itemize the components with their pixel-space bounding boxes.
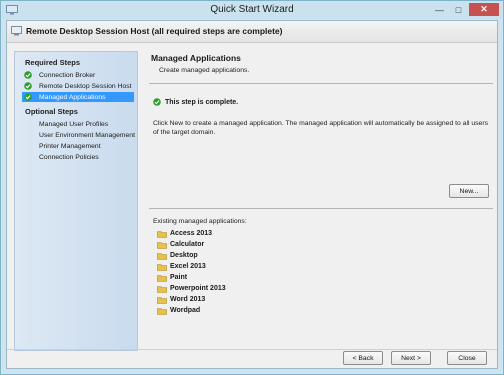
app-name: Paint <box>170 274 188 281</box>
footer-divider <box>7 349 497 350</box>
folder-icon <box>157 241 167 249</box>
app-name: Excel 2013 <box>170 263 206 270</box>
required-steps-heading: Required Steps <box>25 58 81 67</box>
next-button[interactable]: Next > <box>391 351 431 365</box>
maximize-icon: □ <box>455 4 462 15</box>
status-text: This step is complete. <box>165 98 239 106</box>
back-button[interactable]: < Back <box>343 351 383 365</box>
step-rd-session-host[interactable]: Remote Desktop Session Host <box>22 81 134 91</box>
step-label: Connection Policies <box>39 153 99 161</box>
minimize-button[interactable]: — <box>431 3 448 16</box>
step-managed-user-profiles[interactable]: Managed User Profiles <box>22 119 134 129</box>
window-controls: — □ ✕ <box>431 3 499 16</box>
list-item[interactable]: Word 2013 <box>157 294 226 305</box>
step-managed-applications[interactable]: Managed Applications <box>22 92 134 102</box>
wizard-client-area: Remote Desktop Session Host (all require… <box>6 20 498 369</box>
header-divider <box>149 83 493 84</box>
check-icon <box>24 82 32 90</box>
app-name: Calculator <box>170 241 205 248</box>
app-name: Access 2013 <box>170 230 213 237</box>
steps-sidebar: Required Steps Connection Broker Remote … <box>14 51 138 351</box>
list-item[interactable]: Wordpad <box>157 305 226 316</box>
step-label: Managed User Profiles <box>39 120 109 128</box>
managed-app-list: Access 2013 Calculator Desktop Excel 201… <box>157 228 226 316</box>
check-icon <box>24 93 32 101</box>
list-item[interactable]: Powerpoint 2013 <box>157 283 226 294</box>
page-title: Managed Applications <box>151 53 241 63</box>
folder-icon <box>157 296 167 304</box>
page-subtitle: Create managed applications. <box>159 67 250 74</box>
app-name: Wordpad <box>170 307 201 314</box>
close-icon: ✕ <box>480 4 488 14</box>
wizard-header: Remote Desktop Session Host (all require… <box>7 21 497 43</box>
list-item[interactable]: Desktop <box>157 250 226 261</box>
folder-icon <box>157 252 167 260</box>
folder-icon <box>157 274 167 282</box>
minimize-icon: — <box>435 4 444 15</box>
step-label: Connection Broker <box>39 71 96 79</box>
check-icon <box>153 98 161 106</box>
section-divider <box>149 208 493 209</box>
step-printer-management[interactable]: Printer Management <box>22 141 134 151</box>
app-name: Desktop <box>170 252 198 259</box>
window-title: Quick Start Wizard <box>210 4 294 15</box>
wizard-window: Quick Start Wizard — □ ✕ Remote Desktop … <box>0 0 504 375</box>
folder-icon <box>157 285 167 293</box>
list-item[interactable]: Access 2013 <box>157 228 226 239</box>
step-label: Printer Management <box>39 142 101 150</box>
step-connection-broker[interactable]: Connection Broker <box>22 70 134 80</box>
instructions-text: Click New to create a managed applicatio… <box>153 120 488 136</box>
server-icon <box>11 26 22 36</box>
step-connection-policies[interactable]: Connection Policies <box>22 152 134 162</box>
folder-icon <box>157 263 167 271</box>
folder-icon <box>157 230 167 238</box>
step-label: Managed Applications <box>39 93 106 101</box>
list-item[interactable]: Excel 2013 <box>157 261 226 272</box>
step-status: This step is complete. <box>153 98 238 106</box>
step-label: Remote Desktop Session Host <box>39 82 132 90</box>
step-label: User Environment Management <box>39 131 135 139</box>
optional-steps-heading: Optional Steps <box>25 107 78 116</box>
check-icon <box>24 71 32 79</box>
list-item[interactable]: Paint <box>157 272 226 283</box>
existing-apps-label: Existing managed applications: <box>153 218 247 225</box>
app-name: Powerpoint 2013 <box>170 285 226 292</box>
new-button[interactable]: New... <box>449 184 489 198</box>
app-name: Word 2013 <box>170 296 206 303</box>
list-item[interactable]: Calculator <box>157 239 226 250</box>
wizard-header-title: Remote Desktop Session Host (all require… <box>26 26 283 36</box>
step-user-environment-management[interactable]: User Environment Management <box>22 130 135 140</box>
step-content: Managed Applications Create managed appl… <box>149 51 493 351</box>
maximize-button[interactable]: □ <box>450 3 467 16</box>
close-button[interactable]: Close <box>447 351 487 365</box>
close-window-button[interactable]: ✕ <box>469 3 499 16</box>
folder-icon <box>157 307 167 315</box>
title-bar[interactable]: Quick Start Wizard — □ ✕ <box>1 1 503 19</box>
